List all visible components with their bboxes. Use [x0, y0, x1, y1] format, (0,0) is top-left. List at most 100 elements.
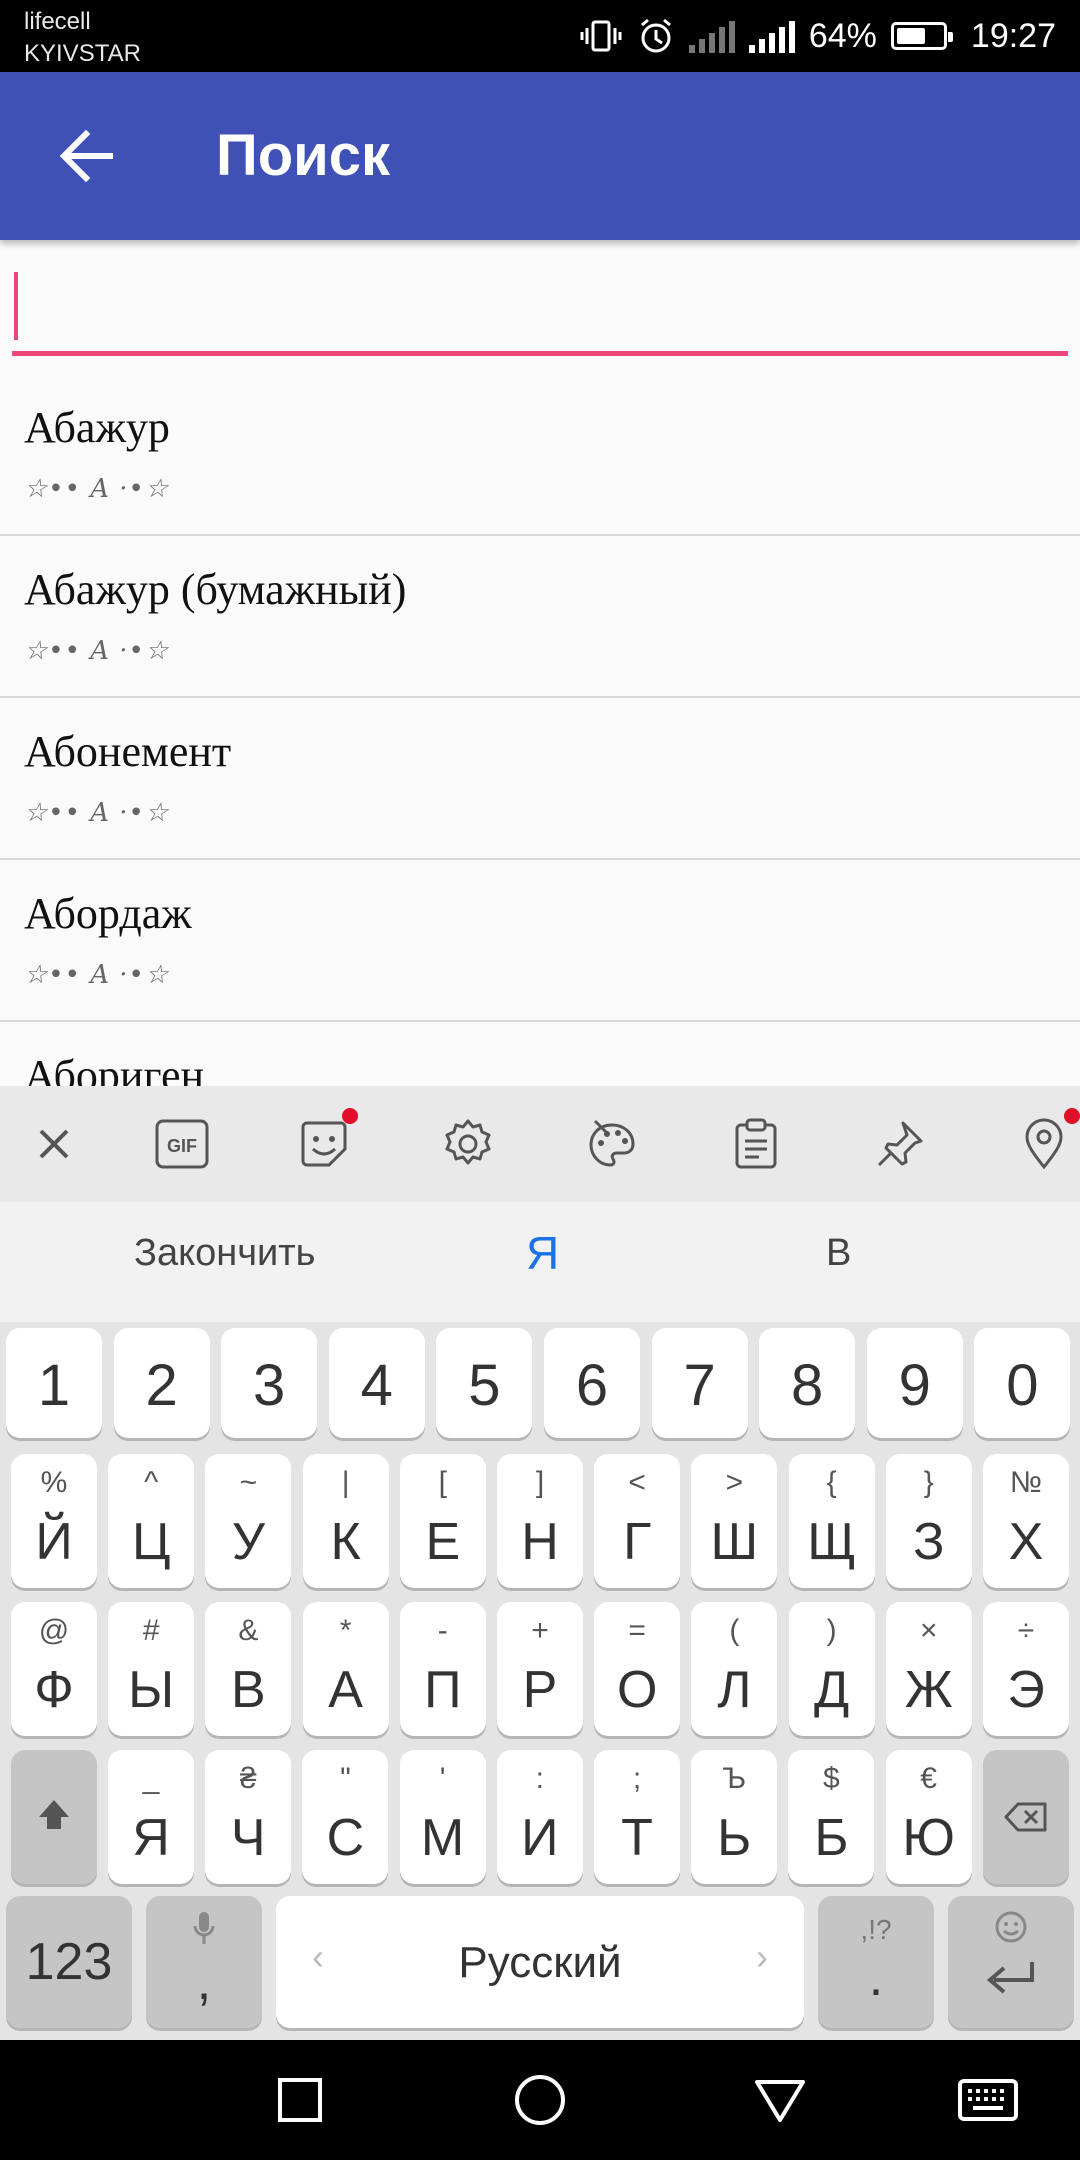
- list-item[interactable]: Абажур ☆•• A ·•☆: [0, 374, 1080, 536]
- key-letter[interactable]: (Л: [691, 1602, 778, 1736]
- key-hint: ×: [920, 1614, 938, 1647]
- key-letter[interactable]: $ Б: [788, 1750, 875, 1884]
- key-letter[interactable]: {Щ: [788, 1454, 875, 1588]
- key-label: Ж: [904, 1661, 953, 1719]
- key-6[interactable]: 6: [544, 1328, 640, 1438]
- settings-button[interactable]: [438, 1114, 498, 1174]
- key-letter[interactable]: _ Я: [108, 1750, 194, 1884]
- key-letter[interactable]: ) Д: [788, 1602, 875, 1736]
- key-letter[interactable]: ' М: [399, 1750, 486, 1884]
- key-label: А: [328, 1661, 363, 1719]
- key-letter[interactable]: ₴ Ч: [205, 1750, 292, 1884]
- shift-icon: [39, 1800, 69, 1829]
- key-label: Ц: [131, 1513, 171, 1571]
- keyboard-switch-button[interactable]: [956, 2068, 1020, 2132]
- suggestion-right[interactable]: В: [826, 1232, 851, 1275]
- close-toolbar-button[interactable]: [24, 1114, 84, 1174]
- key-letter[interactable]: | К: [302, 1454, 389, 1588]
- key-letter[interactable]: ÷ Э: [983, 1602, 1069, 1736]
- key-label: Т: [621, 1809, 653, 1867]
- key-3[interactable]: 3: [221, 1328, 318, 1438]
- key-letter[interactable]: # Ы: [108, 1602, 195, 1736]
- key-letter[interactable]: } З: [885, 1454, 972, 1588]
- key-letter[interactable]: > Ш: [691, 1454, 778, 1588]
- key-0[interactable]: 0: [974, 1328, 1071, 1438]
- key-letter[interactable]: ЪЬ: [691, 1750, 778, 1884]
- key-label: 1: [37, 1353, 71, 1418]
- key-letter[interactable]: € Ю: [885, 1750, 972, 1884]
- carrier-names: lifecell KYIVSTAR: [24, 6, 141, 70]
- key-letter[interactable]: № Х: [983, 1454, 1069, 1588]
- key-letter[interactable]: & В: [205, 1602, 292, 1736]
- numbers-key[interactable]: 123: [6, 1896, 132, 2028]
- key-hint: (: [729, 1614, 740, 1647]
- theme-button[interactable]: [582, 1114, 642, 1174]
- key-hint: ^: [144, 1466, 159, 1499]
- key-letter[interactable]: " С: [302, 1750, 389, 1884]
- navigation-bar: [0, 2040, 1080, 2160]
- home-button[interactable]: [508, 2068, 572, 2132]
- key-letter[interactable]: < Г: [594, 1454, 681, 1588]
- item-subtitle: ☆•• A ·•☆: [24, 960, 170, 990]
- keyboard-keys: 1 2 3 4 5 6 7 8 9 0% Й ^ Ц ~ У | К[Е] Н < Г > Ш{Щ} З № Х @ Ф # Ы & В * А…: [0, 1322, 1080, 2040]
- alarm-icon: [640, 18, 671, 53]
- key-letter[interactable]: -П: [399, 1602, 486, 1736]
- key-letter[interactable]: [Е: [399, 1454, 486, 1588]
- clipboard-button[interactable]: [726, 1114, 786, 1174]
- location-button[interactable]: [1014, 1108, 1080, 1174]
- key-hint: #: [142, 1614, 160, 1647]
- list-item[interactable]: Абонемент ☆•• A ·•☆: [0, 698, 1080, 860]
- key-8[interactable]: 8: [759, 1328, 856, 1438]
- key-4[interactable]: 4: [328, 1328, 425, 1438]
- key-label: ,: [196, 1953, 212, 2011]
- key-letter[interactable]: ; Т: [594, 1750, 680, 1884]
- key-hint: @: [38, 1614, 70, 1647]
- page-title: Поиск: [216, 123, 391, 188]
- key-letter[interactable]: ^ Ц: [108, 1454, 195, 1588]
- key-letter[interactable]: * А: [302, 1602, 389, 1736]
- suggestion-center[interactable]: Я: [526, 1226, 559, 1280]
- sticker-button[interactable]: [294, 1108, 358, 1174]
- comma-key[interactable]: ,: [146, 1896, 262, 2028]
- key-5[interactable]: 5: [436, 1328, 533, 1438]
- search-input[interactable]: [12, 262, 1068, 350]
- notification-dot: [342, 1108, 358, 1124]
- recents-button[interactable]: [268, 2068, 332, 2132]
- gif-icon: GIF: [155, 1119, 209, 1169]
- key-9[interactable]: 9: [866, 1328, 963, 1438]
- back-button[interactable]: [40, 110, 132, 202]
- gif-button[interactable]: GIF: [152, 1114, 212, 1174]
- vibrate-icon: [580, 20, 622, 52]
- key-letter[interactable]: ~ У: [205, 1454, 292, 1588]
- item-title: Абажур (бумажный): [24, 565, 407, 614]
- enter-key[interactable]: [948, 1896, 1074, 2028]
- period-key[interactable]: ,!?.: [818, 1896, 934, 2028]
- key-label: О: [616, 1661, 658, 1719]
- search-field[interactable]: [12, 262, 1068, 356]
- key-letter[interactable]: × Ж: [885, 1602, 972, 1736]
- suggestion-left[interactable]: Закончить: [134, 1232, 315, 1275]
- key-label: Ш: [710, 1513, 759, 1571]
- key-letter[interactable]: % Й: [11, 1454, 97, 1588]
- list-item[interactable]: Абажур (бумажный) ☆•• A ·•☆: [0, 536, 1080, 698]
- signal-icon-1: [688, 19, 735, 53]
- shift-key[interactable]: [11, 1750, 97, 1884]
- key-letter[interactable]: = О: [594, 1602, 681, 1736]
- key-letter[interactable]: ] Н: [497, 1454, 583, 1588]
- key-label: Й: [35, 1513, 73, 1571]
- key-letter[interactable]: + Р: [497, 1602, 583, 1736]
- list-item[interactable]: Абориген: [0, 1022, 1080, 1086]
- back-nav-button[interactable]: [748, 2068, 812, 2132]
- key-hint: ': [439, 1762, 446, 1795]
- list-item[interactable]: Абордаж ☆•• A ·•☆: [0, 860, 1080, 1022]
- key-letter[interactable]: @ Ф: [11, 1602, 97, 1736]
- key-7[interactable]: 7: [651, 1328, 748, 1438]
- key-2[interactable]: 2: [113, 1328, 210, 1438]
- pin-button[interactable]: [870, 1114, 930, 1174]
- space-key[interactable]: ‹ › Русский: [276, 1896, 804, 2028]
- key-1[interactable]: 1: [6, 1328, 102, 1438]
- key-letter[interactable]: :И: [496, 1750, 583, 1884]
- backspace-icon: [1004, 1802, 1047, 1832]
- key-label: 7: [683, 1353, 716, 1418]
- backspace-key[interactable]: [983, 1750, 1069, 1884]
